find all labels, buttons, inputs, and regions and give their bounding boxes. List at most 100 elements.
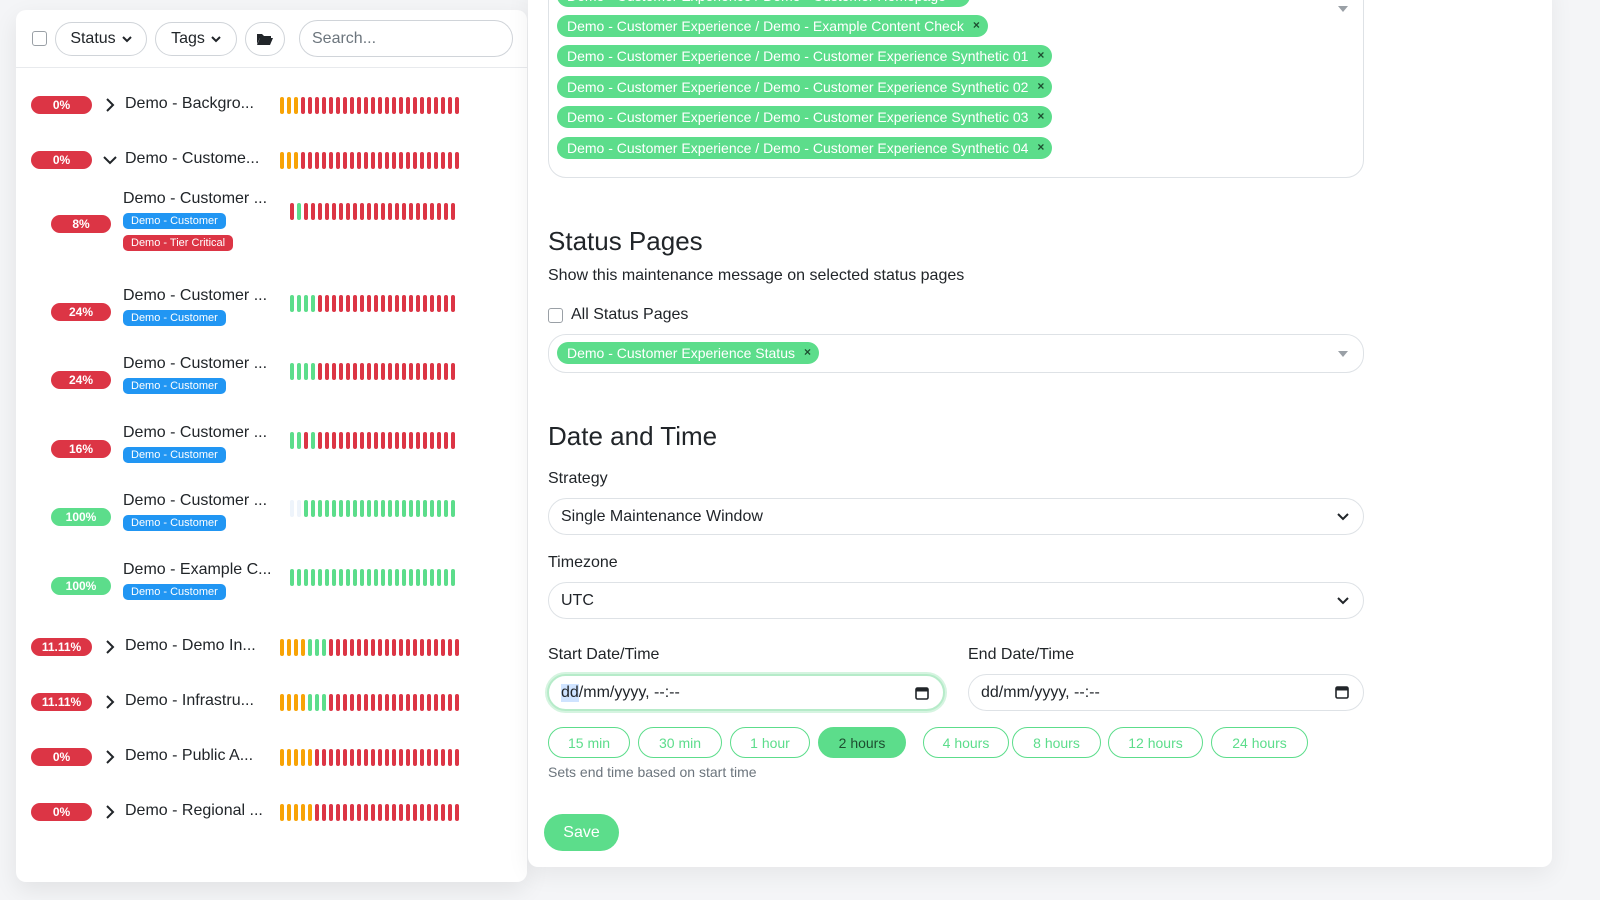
heartbeat-beat[interactable] xyxy=(332,363,336,380)
heartbeat-beat[interactable] xyxy=(378,152,382,169)
heartbeat-beat[interactable] xyxy=(395,295,399,312)
heartbeat-beat[interactable] xyxy=(329,639,333,656)
remove-chip-icon[interactable]: × xyxy=(955,0,962,2)
heartbeat-beat[interactable] xyxy=(392,97,396,114)
heartbeat-beat[interactable] xyxy=(399,152,403,169)
heartbeat-beat[interactable] xyxy=(388,500,392,517)
heartbeat-beat[interactable] xyxy=(378,694,382,711)
heartbeat-beat[interactable] xyxy=(360,203,364,220)
chevron-right-icon[interactable] xyxy=(103,695,117,709)
heartbeat-beat[interactable] xyxy=(294,639,298,656)
heartbeat-beat[interactable] xyxy=(378,749,382,766)
heartbeat-beat[interactable] xyxy=(318,363,322,380)
heartbeat-beat[interactable] xyxy=(322,694,326,711)
heartbeat-beat[interactable] xyxy=(416,363,420,380)
heartbeat-beat[interactable] xyxy=(434,97,438,114)
heartbeat-beat[interactable] xyxy=(367,569,371,586)
tags-filter-button[interactable]: Tags xyxy=(155,22,237,56)
heartbeat-beat[interactable] xyxy=(427,804,431,821)
heartbeat-beat[interactable] xyxy=(297,432,301,449)
heartbeat-beat[interactable] xyxy=(353,363,357,380)
heartbeat-beat[interactable] xyxy=(297,203,301,220)
heartbeat-beat[interactable] xyxy=(374,295,378,312)
heartbeat-beat[interactable] xyxy=(332,295,336,312)
heartbeat-beat[interactable] xyxy=(364,152,368,169)
strategy-select[interactable]: Single Maintenance Window xyxy=(548,498,1364,535)
heartbeat-beat[interactable] xyxy=(385,152,389,169)
heartbeat-beat[interactable] xyxy=(434,639,438,656)
heartbeat-beat[interactable] xyxy=(308,639,312,656)
heartbeat-beat[interactable] xyxy=(448,97,452,114)
heartbeat-beat[interactable] xyxy=(374,363,378,380)
heartbeat-beat[interactable] xyxy=(416,295,420,312)
heartbeat-beat[interactable] xyxy=(427,97,431,114)
heartbeat-beat[interactable] xyxy=(381,432,385,449)
heartbeat-beat[interactable] xyxy=(290,295,294,312)
heartbeat-beat[interactable] xyxy=(406,804,410,821)
heartbeat-beat[interactable] xyxy=(423,500,427,517)
monitor-name[interactable]: Demo - Customer ... xyxy=(123,424,267,442)
remove-chip-icon[interactable]: × xyxy=(804,345,811,359)
heartbeat-beat[interactable] xyxy=(416,432,420,449)
heartbeat-beat[interactable] xyxy=(301,749,305,766)
monitor-search-input[interactable] xyxy=(299,20,513,57)
heartbeat-beat[interactable] xyxy=(315,694,319,711)
heartbeat-beat[interactable] xyxy=(423,295,427,312)
heartbeat-beat[interactable] xyxy=(294,152,298,169)
heartbeat-beat[interactable] xyxy=(448,694,452,711)
heartbeat-beat[interactable] xyxy=(416,569,420,586)
heartbeat-beat[interactable] xyxy=(287,97,291,114)
heartbeat-beat[interactable] xyxy=(350,97,354,114)
heartbeat-beat[interactable] xyxy=(430,569,434,586)
affected-monitors-select[interactable]: Demo - Customer Experience / Demo - Cust… xyxy=(548,0,1364,178)
heartbeat-beat[interactable] xyxy=(406,97,410,114)
heartbeat-beat[interactable] xyxy=(308,97,312,114)
heartbeat-beat[interactable] xyxy=(353,295,357,312)
heartbeat-beat[interactable] xyxy=(448,639,452,656)
heartbeat-beat[interactable] xyxy=(367,363,371,380)
folder-toggle-button[interactable] xyxy=(245,22,285,56)
heartbeat-beat[interactable] xyxy=(329,749,333,766)
heartbeat-beat[interactable] xyxy=(392,639,396,656)
heartbeat-beat[interactable] xyxy=(287,694,291,711)
heartbeat-beat[interactable] xyxy=(420,804,424,821)
heartbeat-beat[interactable] xyxy=(287,749,291,766)
heartbeat-beat[interactable] xyxy=(315,749,319,766)
heartbeat-beat[interactable] xyxy=(301,639,305,656)
heartbeat-beat[interactable] xyxy=(402,295,406,312)
heartbeat-beat[interactable] xyxy=(385,97,389,114)
heartbeat-beat[interactable] xyxy=(301,152,305,169)
heartbeat-beat[interactable] xyxy=(423,432,427,449)
chevron-right-icon[interactable] xyxy=(103,640,117,654)
all-status-pages-checkbox[interactable] xyxy=(548,307,563,323)
heartbeat-beat[interactable] xyxy=(322,639,326,656)
heartbeat-beat[interactable] xyxy=(357,97,361,114)
monitor-name[interactable]: Demo - Backgro... xyxy=(125,95,254,113)
heartbeat-beat[interactable] xyxy=(280,804,284,821)
heartbeat-beat[interactable] xyxy=(388,569,392,586)
heartbeat-beat[interactable] xyxy=(395,203,399,220)
heartbeat-beat[interactable] xyxy=(297,363,301,380)
duration-quick-button[interactable]: 2 hours xyxy=(818,727,906,758)
heartbeat-beat[interactable] xyxy=(444,569,448,586)
heartbeat-beat[interactable] xyxy=(346,203,350,220)
heartbeat-beat[interactable] xyxy=(378,97,382,114)
duration-quick-button[interactable]: 30 min xyxy=(638,727,722,758)
heartbeat-beat[interactable] xyxy=(374,569,378,586)
save-button[interactable]: Save xyxy=(544,814,619,851)
heartbeat-beat[interactable] xyxy=(392,749,396,766)
monitor-name[interactable]: Demo - Regional ... xyxy=(125,802,263,820)
heartbeat-beat[interactable] xyxy=(367,203,371,220)
heartbeat-beat[interactable] xyxy=(336,97,340,114)
heartbeat-beat[interactable] xyxy=(322,749,326,766)
heartbeat-beat[interactable] xyxy=(280,694,284,711)
heartbeat-beat[interactable] xyxy=(364,97,368,114)
heartbeat-beat[interactable] xyxy=(392,804,396,821)
heartbeat-beat[interactable] xyxy=(357,152,361,169)
heartbeat-beat[interactable] xyxy=(399,694,403,711)
heartbeat-beat[interactable] xyxy=(420,749,424,766)
monitor-name[interactable]: Demo - Customer ... xyxy=(123,287,267,305)
monitor-name[interactable]: Demo - Customer ... xyxy=(123,355,267,373)
heartbeat-beat[interactable] xyxy=(430,363,434,380)
heartbeat-beat[interactable] xyxy=(409,500,413,517)
